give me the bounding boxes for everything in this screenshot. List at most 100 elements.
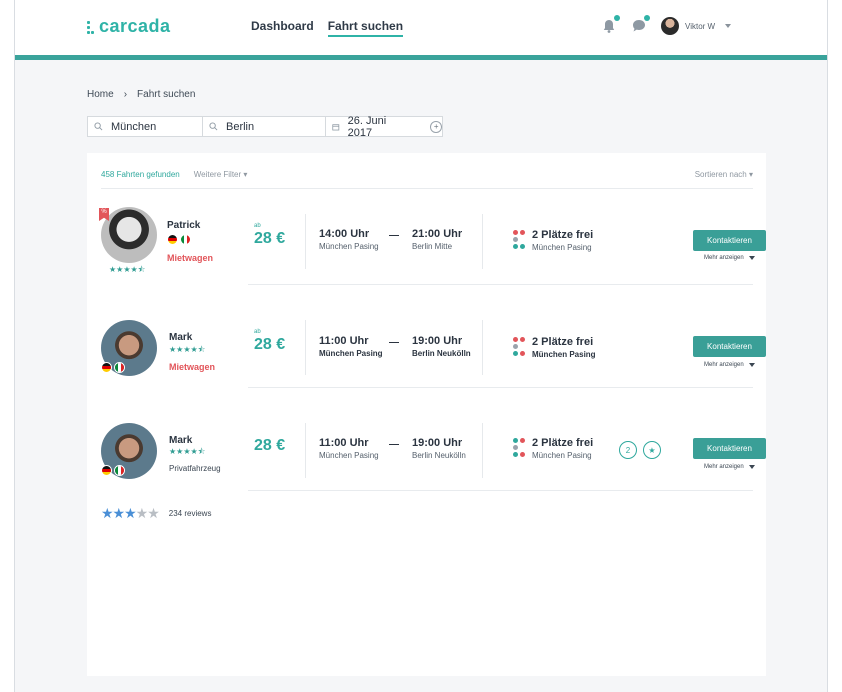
arrival-place: Berlin Mitte [412, 242, 453, 251]
nav-dashboard[interactable]: Dashboard [251, 19, 314, 37]
pickup-place: München Pasing [532, 350, 596, 359]
contact-button[interactable]: Kontaktieren [693, 438, 766, 459]
ride-price: 28 € [254, 437, 286, 454]
more-filters-label: Weitere Filter [193, 170, 242, 179]
sort-label: Sortieren nach [694, 170, 747, 179]
arrival-place: Berlin Neukölln [412, 349, 471, 358]
logo-icon [87, 20, 94, 34]
language-flags [167, 234, 191, 245]
date-field[interactable]: 26. Juni 2017 + [326, 115, 442, 139]
messages-dot [644, 15, 650, 21]
driver-rating-stars: ★★★★⯪ [169, 447, 206, 456]
seats-available: 2 Plätze frei [532, 229, 594, 241]
contact-button[interactable]: Kontaktieren [693, 230, 766, 251]
divider [482, 423, 483, 478]
route-dash [389, 444, 399, 445]
ride-price: 28 € [254, 230, 286, 247]
divider [482, 320, 483, 375]
breadcrumb-home[interactable]: Home [87, 89, 114, 100]
seats-available: 2 Plätze frei [532, 437, 594, 449]
more-filters-dropdown[interactable]: Weitere Filter ▾ [194, 170, 248, 179]
logo-text: carcada [99, 16, 171, 36]
driver-name[interactable]: Mark [169, 332, 192, 343]
show-more-toggle[interactable]: Mehr anzeigen [704, 362, 755, 368]
add-date-icon[interactable]: + [430, 120, 442, 133]
pickup-place: München Pasing [532, 451, 592, 460]
to-field[interactable]: Berlin [203, 117, 326, 136]
seat-count-badge[interactable]: 2 [619, 441, 637, 459]
route-dash [389, 235, 399, 236]
driver-rating-stars: ★★★★⯪ [109, 265, 146, 274]
ride-card: % ★★★★⯪ Patrick Mietwagen ab 28 € 14:00 … [87, 198, 766, 288]
contact-button[interactable]: Kontaktieren [693, 336, 766, 357]
german-flag-icon [101, 362, 112, 373]
divider [248, 387, 753, 388]
pickup-place: München Pasing [532, 243, 592, 252]
from-field[interactable]: München [88, 117, 203, 136]
ride-price: 28 € [254, 336, 286, 353]
divider [305, 423, 306, 478]
user-avatar[interactable] [661, 17, 679, 35]
driver-rating-stars: ★★★★⯪ [169, 345, 206, 354]
favorite-star-icon[interactable]: ★ [643, 441, 661, 459]
breadcrumb-current: Fahrt suchen [137, 89, 196, 100]
departure-time: 11:00 Uhr [319, 335, 369, 347]
italian-flag-icon [114, 465, 125, 476]
price-prefix: ab [254, 223, 261, 229]
top-navigation-bar: carcada Dashboard Fahrt suchen Viktor W [15, 0, 827, 55]
vehicle-type-tag: Privatfahrzeug [169, 464, 221, 473]
review-count[interactable]: 234 reviews [169, 509, 212, 518]
chevron-down-icon [748, 256, 755, 260]
review-stars[interactable]: ★★★★★ [101, 505, 160, 522]
notification-bell-icon[interactable] [601, 15, 620, 34]
departure-place: München Pasing [319, 349, 383, 358]
seats-icon [513, 337, 527, 357]
show-more-label: Mehr anzeigen [704, 362, 744, 368]
user-menu-chevron-down-icon[interactable] [725, 24, 732, 28]
show-more-toggle[interactable]: Mehr anzeigen [704, 464, 755, 470]
divider [248, 490, 753, 491]
ride-card: Mark ★★★★⯪ Mietwagen ab 28 € 11:00 Uhr M… [87, 303, 766, 393]
show-more-label: Mehr anzeigen [704, 464, 744, 470]
german-flag-icon [167, 234, 178, 245]
show-more-toggle[interactable]: Mehr anzeigen [704, 255, 755, 261]
messages-icon[interactable] [631, 15, 650, 34]
filter-row: 458 Fahrten gefunden Weitere Filter ▾ So… [101, 170, 753, 179]
seats-available: 2 Plätze frei [532, 336, 594, 348]
italian-flag-icon [180, 234, 191, 245]
from-value: München [111, 120, 157, 133]
driver-name[interactable]: Mark [169, 435, 192, 446]
results-count: 458 Fahrten gefunden [101, 170, 180, 179]
breadcrumb: Home › Fahrt suchen [87, 89, 195, 100]
divider [305, 320, 306, 375]
sort-dropdown[interactable]: Sortieren nach ▾ [695, 170, 753, 179]
language-flags [101, 465, 125, 476]
divider [101, 188, 753, 189]
german-flag-icon [101, 465, 112, 476]
arrival-time: 19:00 Uhr [412, 437, 463, 449]
divider [305, 214, 306, 269]
accent-bar [15, 55, 827, 60]
discount-badge: % [99, 208, 109, 221]
review-summary: ★★★★★ 234 reviews [101, 505, 211, 522]
notification-dot [614, 15, 620, 21]
departure-time: 14:00 Uhr [319, 228, 370, 240]
show-more-label: Mehr anzeigen [704, 255, 744, 261]
vehicle-type-tag: Mietwagen [167, 253, 214, 263]
driver-avatar[interactable] [101, 207, 157, 263]
search-icon [209, 122, 218, 131]
driver-name[interactable]: Patrick [167, 220, 200, 231]
user-name[interactable]: Viktor W [685, 22, 715, 31]
arrival-time: 19:00 Uhr [412, 335, 463, 347]
ride-card: Mark ★★★★⯪ Privatfahrzeug 28 € 11:00 Uhr… [87, 406, 766, 496]
vehicle-type-tag: Mietwagen [169, 362, 216, 372]
nav-fahrt-suchen[interactable]: Fahrt suchen [327, 19, 404, 37]
arrival-time: 21:00 Uhr [412, 228, 463, 240]
seats-icon [513, 230, 527, 250]
logo[interactable]: carcada [87, 16, 171, 37]
user-area: Viktor W [601, 15, 732, 35]
arrival-place: Berlin Neukölln [412, 451, 466, 460]
divider [248, 284, 753, 285]
price-prefix: ab [254, 329, 261, 335]
calendar-icon [332, 123, 340, 130]
